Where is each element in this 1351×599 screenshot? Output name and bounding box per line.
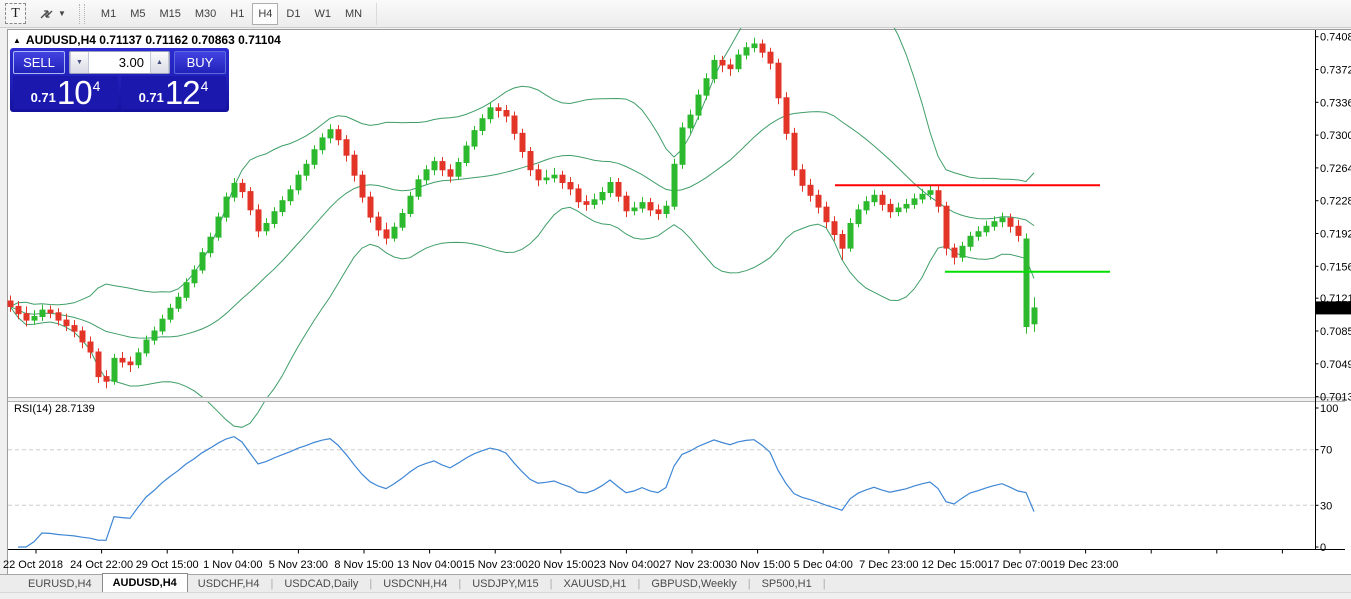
- collapse-arrow-icon[interactable]: ▲: [13, 36, 21, 45]
- price-axis-label: 0.73000: [1320, 130, 1351, 142]
- date-axis-label: 17 Dec 07:00: [987, 559, 1052, 571]
- bid-price-point: 4: [93, 78, 101, 94]
- candle: [680, 122, 685, 168]
- timeframe-button-w1[interactable]: W1: [308, 3, 337, 25]
- bid-price-prefix: 0.71: [31, 90, 56, 105]
- symbol-tab-usdjpy-m15[interactable]: USDJPY,M15: [462, 575, 548, 592]
- current-price-badge: 0.71104: [1316, 301, 1351, 315]
- chevron-down-icon: ▼: [58, 9, 66, 18]
- volume-stepper: ▼ ▲: [69, 51, 170, 74]
- top-toolbar: T ▼ M1M5M15M30H1H4D1W1MN: [0, 0, 1351, 28]
- price-axis-label: 0.72640: [1320, 163, 1351, 175]
- date-axis-label: 13 Nov 04:00: [397, 559, 462, 571]
- bid-price[interactable]: 0.71 10 4: [13, 76, 118, 109]
- date-axis-label: 12 Dec 15:00: [922, 559, 987, 571]
- text-label-tool-button[interactable]: T: [5, 3, 26, 24]
- volume-decrease-button[interactable]: ▼: [70, 52, 89, 73]
- current-price-label: 0.71104: [1319, 303, 1351, 315]
- timeframe-button-d1[interactable]: D1: [280, 3, 306, 25]
- candle: [776, 59, 781, 105]
- price-axis-label: 0.74080: [1320, 32, 1351, 44]
- rsi-axis-label: 30: [1320, 500, 1332, 512]
- candle: [1024, 234, 1029, 334]
- volume-input[interactable]: [89, 52, 150, 73]
- arrows-icon: [38, 7, 55, 21]
- candle: [224, 193, 229, 222]
- ask-price-point: 4: [201, 78, 209, 94]
- one-click-trade-panel: SELL ▼ ▲ BUY 0.71 10 4 0.71 12 4: [10, 48, 229, 112]
- toolbar-drag-handle[interactable]: [79, 4, 85, 24]
- chart-tab-bar: EURUSD,H4AUDUSD,H4USDCHF,H4 | USDCAD,Daily…: [0, 574, 1351, 592]
- candle: [792, 128, 797, 176]
- ask-price[interactable]: 0.71 12 4: [121, 76, 226, 109]
- date-axis-label: 29 Oct 15:00: [136, 559, 199, 571]
- price-axis-label: 0.70490: [1320, 359, 1351, 371]
- date-axis-label: 27 Nov 23:00: [659, 559, 724, 571]
- timeframe-button-m5[interactable]: M5: [124, 3, 151, 25]
- date-axis-label: 20 Nov 15:00: [528, 559, 593, 571]
- price-axis-label: 0.71560: [1320, 261, 1351, 273]
- arrows-tool-button[interactable]: ▼: [35, 5, 69, 23]
- symbol-tab-eurusd-h4[interactable]: EURUSD,H4: [18, 575, 102, 592]
- date-axis-label: 1 Nov 04:00: [203, 559, 262, 571]
- symbol-tab-sp500-h1[interactable]: SP500,H1: [752, 575, 822, 592]
- chart-title: ▲ AUDUSD,H4 0.71137 0.71162 0.70863 0.71…: [13, 33, 281, 47]
- rsi-axis-label: 100: [1320, 403, 1338, 415]
- sell-button[interactable]: SELL: [13, 51, 65, 74]
- candle: [672, 159, 677, 210]
- candle: [848, 218, 853, 252]
- date-axis-label: 22 Oct 2018: [3, 559, 63, 571]
- symbol-tab-usdcnh-h4[interactable]: USDCNH,H4: [373, 575, 457, 592]
- date-axis-label: 19 Dec 23:00: [1053, 559, 1118, 571]
- price-axis-label: 0.73720: [1320, 65, 1351, 77]
- date-axis-label: 30 Nov 15:00: [725, 559, 790, 571]
- timeframe-toolbar: M1M5M15M30H1H4D1W1MN: [94, 3, 369, 25]
- rsi-axis-label: 70: [1320, 445, 1332, 457]
- price-axis-label: 0.71920: [1320, 229, 1351, 241]
- price-axis-label: 0.72280: [1320, 196, 1351, 208]
- price-axis-label: 0.73360: [1320, 97, 1351, 109]
- date-axis-label: 7 Dec 23:00: [859, 559, 918, 571]
- tab-separator: |: [822, 578, 827, 590]
- chart-title-text: AUDUSD,H4 0.71137 0.71162 0.70863 0.7110…: [26, 33, 281, 47]
- timeframe-button-m1[interactable]: M1: [95, 3, 122, 25]
- timeframe-button-m30[interactable]: M30: [189, 3, 222, 25]
- timeframe-button-h4[interactable]: H4: [252, 3, 278, 25]
- timeframe-button-mn[interactable]: MN: [339, 3, 368, 25]
- date-axis-label: 15 Nov 23:00: [462, 559, 527, 571]
- timeframe-button-m15[interactable]: M15: [153, 3, 186, 25]
- date-axis-label: 8 Nov 15:00: [334, 559, 393, 571]
- symbol-tab-audusd-h4[interactable]: AUDUSD,H4: [102, 573, 188, 592]
- date-axis-label: 24 Oct 22:00: [70, 559, 133, 571]
- bid-price-pips: 10: [57, 76, 92, 109]
- date-axis-label: 5 Nov 23:00: [269, 559, 328, 571]
- candle: [784, 92, 789, 139]
- volume-increase-button[interactable]: ▲: [150, 52, 169, 73]
- candle: [112, 354, 117, 385]
- candle: [944, 202, 949, 256]
- pane-splitter[interactable]: [8, 397, 1345, 402]
- symbol-tab-usdcad-daily[interactable]: USDCAD,Daily: [274, 575, 368, 592]
- candle: [216, 213, 221, 241]
- status-bar: [0, 592, 1351, 599]
- toolbar-separator: [376, 3, 377, 25]
- rsi-axis-label: 0: [1320, 542, 1326, 554]
- text-tool-icon: T: [11, 6, 20, 22]
- symbol-tab-gbpusd-weekly[interactable]: GBPUSD,Weekly: [641, 575, 746, 592]
- rsi-indicator-label: RSI(14) 28.7139: [14, 403, 95, 415]
- symbol-tab-usdchf-h4[interactable]: USDCHF,H4: [188, 575, 270, 592]
- price-axis-label: 0.70850: [1320, 326, 1351, 338]
- buy-button[interactable]: BUY: [174, 51, 226, 74]
- ask-price-prefix: 0.71: [139, 90, 164, 105]
- ask-price-pips: 12: [165, 76, 200, 109]
- timeframe-button-h1[interactable]: H1: [224, 3, 250, 25]
- symbol-tab-xauusd-h1[interactable]: XAUUSD,H1: [554, 575, 637, 592]
- price-axis-label: 0.70130: [1320, 392, 1351, 404]
- date-axis-label: 23 Nov 04:00: [594, 559, 659, 571]
- date-axis-label: 5 Dec 04:00: [794, 559, 853, 571]
